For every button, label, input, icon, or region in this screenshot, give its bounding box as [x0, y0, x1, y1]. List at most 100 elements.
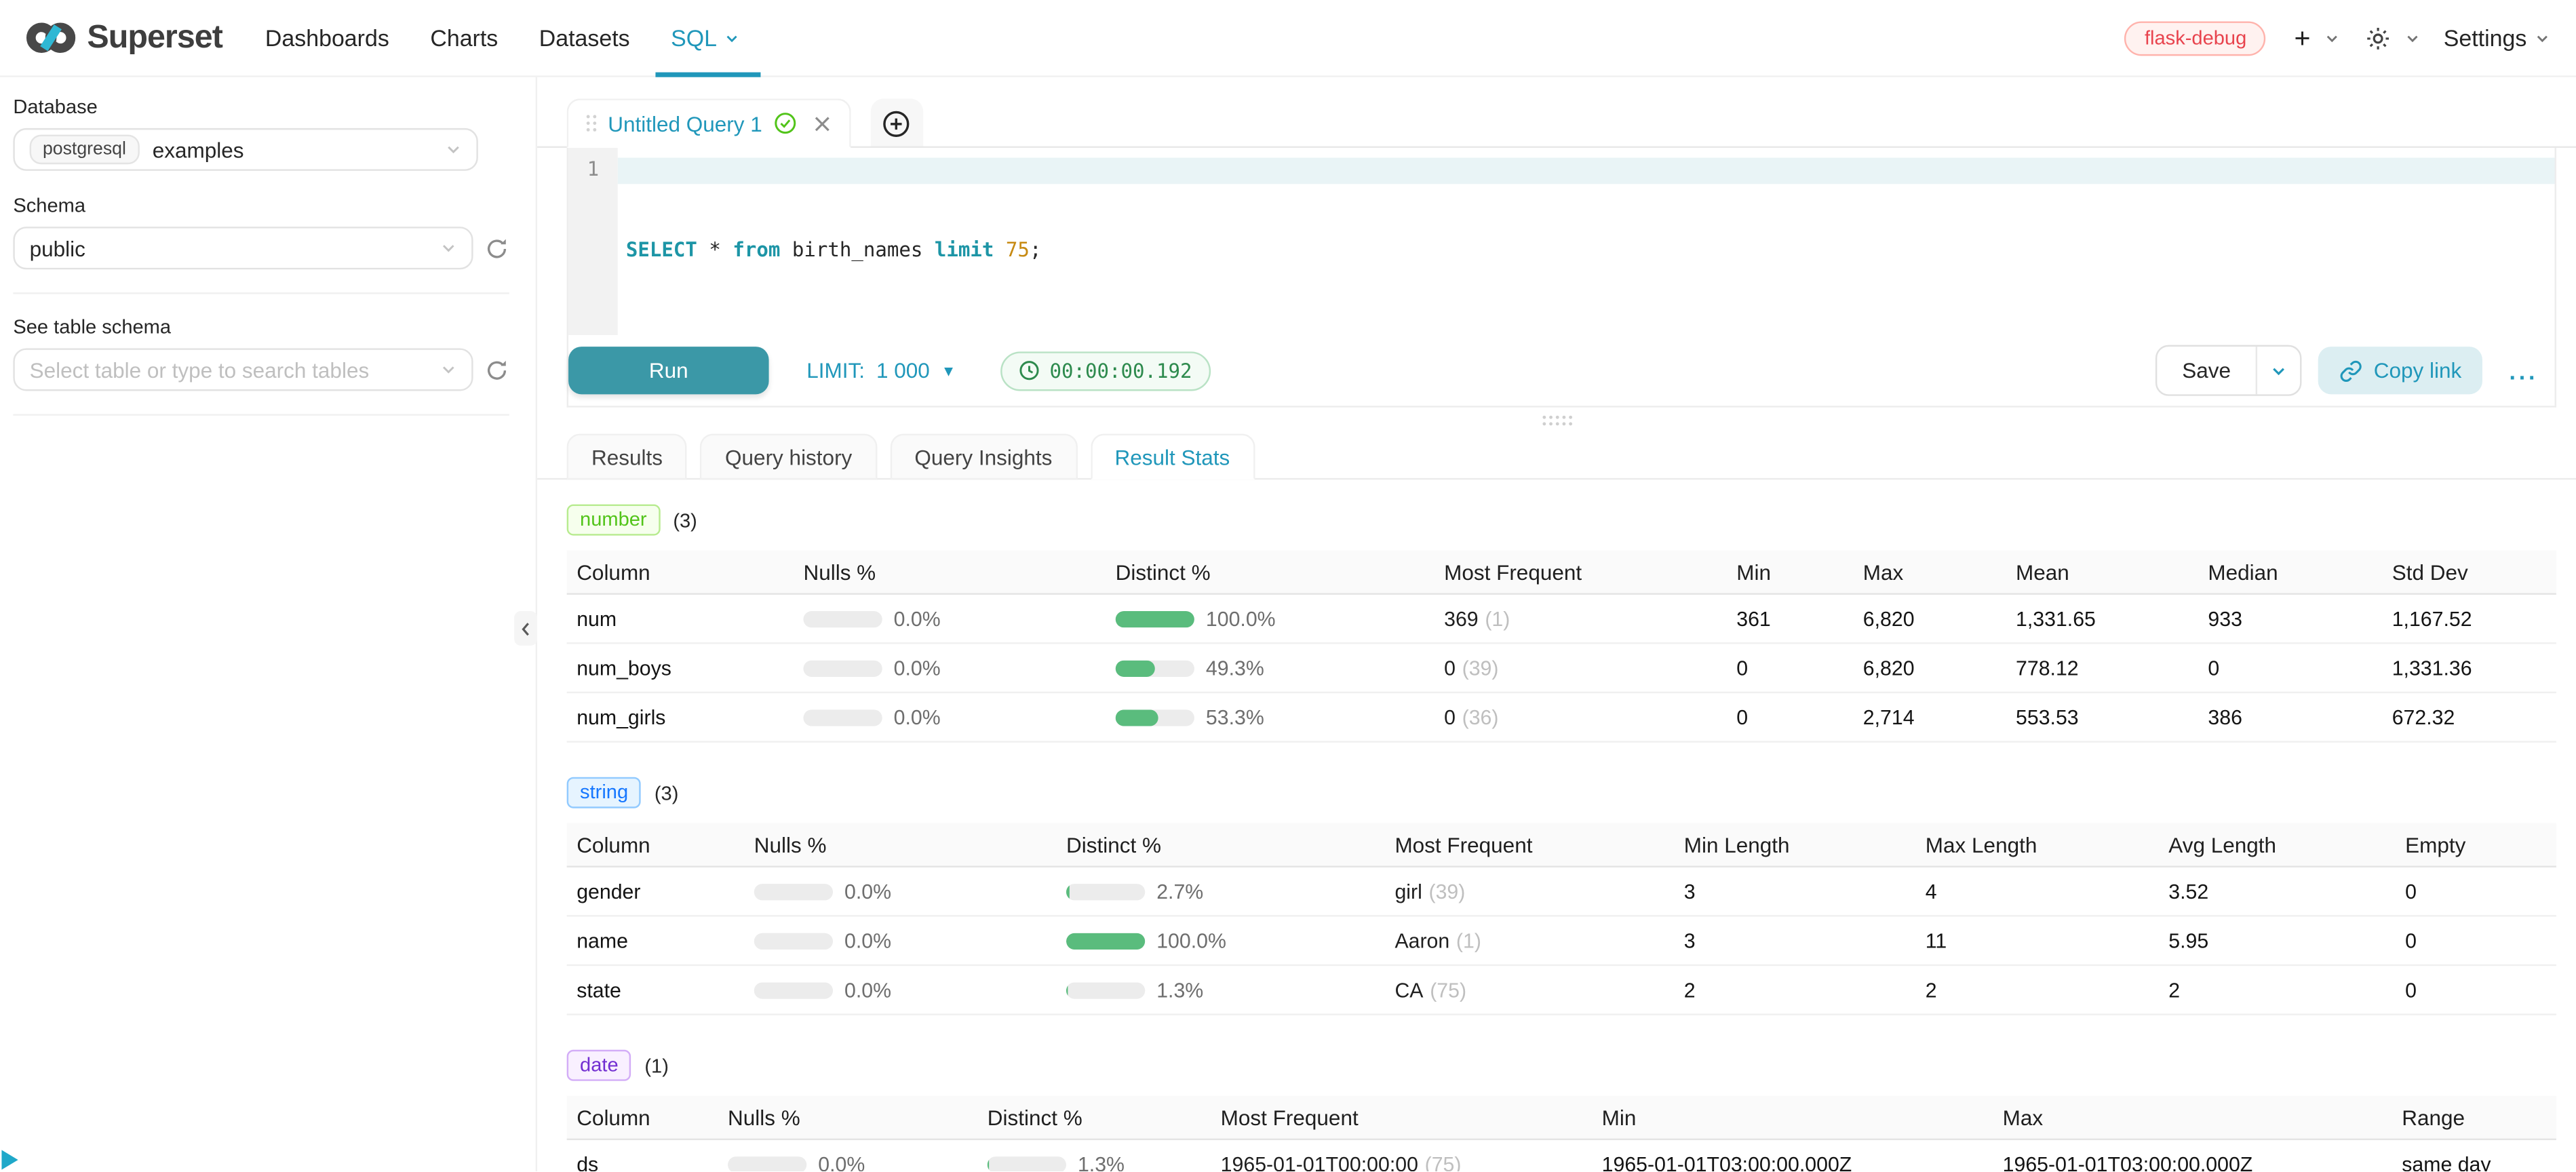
superset-sql-lab: Superset Dashboards Charts Datasets SQL fla… — [0, 0, 2576, 1172]
drag-handle-icon[interactable] — [587, 115, 597, 132]
column-header: Distinct % — [988, 1105, 1221, 1129]
sidebar-collapse-button[interactable] — [514, 611, 537, 646]
database-label: Database — [13, 95, 509, 118]
add-query-tab-button[interactable] — [871, 98, 924, 148]
table-schema-label: See table schema — [13, 315, 509, 338]
column-header: Mean — [2016, 560, 2208, 584]
theme-sun-icon[interactable] — [2366, 26, 2391, 50]
nav-item-dashboards[interactable]: Dashboards — [265, 0, 389, 75]
database-select[interactable]: postgresql examples — [13, 128, 477, 171]
sql-token: limit — [935, 238, 994, 261]
cell-column-name: ds — [577, 1152, 728, 1171]
column-type-badge[interactable]: date — [567, 1050, 631, 1081]
column-header: Column — [577, 1105, 728, 1129]
database-value: examples — [153, 137, 244, 161]
refresh-tables-icon[interactable] — [485, 357, 509, 382]
cell-column-name: num_boys — [577, 657, 803, 680]
cell-nulls-pct: 0.0% — [754, 978, 1066, 1001]
cell-column-name: name — [577, 929, 754, 952]
table-header-row: ColumnNulls %Distinct %Most FrequentMin … — [567, 823, 2556, 867]
panel-resize-handle[interactable] — [537, 408, 2576, 434]
cell-value: 1965-01-01T03:00:00.000Z — [2003, 1152, 2402, 1171]
column-count: (1) — [644, 1054, 669, 1077]
schema-select[interactable]: public — [13, 227, 473, 269]
cell-value: 0 — [1736, 705, 1863, 728]
editor-code-area[interactable]: SELECT * from birth_names limit 75; — [618, 148, 2555, 335]
copy-link-button[interactable]: Copy link — [2318, 347, 2482, 394]
column-header: Column — [577, 832, 754, 857]
cell-value: 553.53 — [2016, 705, 2208, 728]
sql-token: * — [697, 238, 733, 261]
nav-item-charts[interactable]: Charts — [430, 0, 498, 75]
limit-dropdown[interactable]: LIMIT: 1 000 ▼ — [806, 358, 956, 383]
clock-icon — [1018, 359, 1039, 380]
tab-result-stats[interactable]: Result Stats — [1090, 433, 1254, 480]
more-actions-button[interactable]: ... — [2509, 359, 2538, 382]
sql-lab-sidebar: Database postgresql examples Schema publ… — [0, 77, 537, 1172]
cell-value: 1,167.52 — [2392, 607, 2556, 630]
cell-column-name: num — [577, 607, 803, 630]
cell-most-frequent: Aaron(1) — [1394, 929, 1683, 952]
cell-value: 1,331.65 — [2016, 607, 2208, 630]
superset-brand[interactable]: Superset — [26, 16, 222, 59]
stats-section-date: date (1) ColumnNulls %Distinct %Most Frequ… — [567, 1050, 2556, 1171]
settings-menu[interactable]: Settings — [2444, 24, 2550, 51]
sql-editor: 1 SELECT * from birth_names limit 75; Ru… — [567, 148, 2556, 408]
cell-nulls-pct: 0.0% — [803, 657, 1115, 680]
cell-value: 11 — [1926, 929, 2168, 952]
cell-value: 672.32 — [2392, 705, 2556, 728]
query-tab-untitled-query-1[interactable]: Untitled Query 1 — [567, 98, 851, 148]
cell-distinct-pct: 100.0% — [1066, 929, 1394, 952]
distinct-pct-bar — [1066, 981, 1145, 998]
plus-circle-icon — [883, 109, 911, 137]
run-button[interactable]: Run — [568, 347, 769, 394]
nav-item-sql[interactable]: SQL — [671, 0, 740, 75]
column-header: Range — [2402, 1105, 2556, 1129]
top-navbar: Superset Dashboards Charts Datasets SQL fla… — [0, 0, 2576, 77]
save-button[interactable]: Save — [2158, 347, 2255, 394]
column-header: Min — [1736, 560, 1863, 584]
pointer-cursor-artifact — [1, 1150, 18, 1170]
environment-badge: flask-debug — [2125, 20, 2266, 55]
database-engine-tag: postgresql — [30, 135, 140, 165]
cell-value: 0 — [2405, 929, 2556, 952]
table-row: name0.0%100.0%Aaron(1)3115.950 — [567, 917, 2556, 966]
column-header: Empty — [2405, 832, 2556, 857]
new-item-button[interactable]: + — [2295, 24, 2311, 52]
close-tab-icon[interactable] — [813, 114, 832, 132]
sql-code-editor[interactable]: 1 SELECT * from birth_names limit 75; — [568, 148, 2554, 335]
table-row: gender0.0%2.7%girl(39)343.520 — [567, 867, 2556, 917]
nav-item-datasets[interactable]: Datasets — [539, 0, 630, 75]
sql-token: SELECT — [626, 238, 697, 261]
refresh-schemas-icon[interactable] — [485, 236, 509, 260]
table-select[interactable]: Select table or type to search tables — [13, 349, 473, 391]
cell-most-frequent: girl(39) — [1394, 880, 1683, 903]
theme-chevron-down-icon[interactable] — [2406, 31, 2421, 45]
save-options-button[interactable] — [2255, 347, 2299, 394]
nav-item-label: Datasets — [539, 24, 630, 51]
active-line-highlight — [618, 158, 2555, 184]
column-header: Avg Length — [2168, 832, 2405, 857]
cell-distinct-pct: 49.3% — [1116, 657, 1444, 680]
stats-table: ColumnNulls %Distinct %Most FrequentMinM… — [567, 1096, 2556, 1171]
column-type-badge[interactable]: number — [567, 505, 660, 536]
copy-link-label: Copy link — [2374, 358, 2462, 383]
editor-gutter: 1 — [568, 148, 618, 335]
column-header: Nulls % — [803, 560, 1115, 584]
column-type-badge[interactable]: string — [567, 777, 642, 808]
tab-results[interactable]: Results — [567, 433, 688, 480]
cell-most-frequent: 1965-01-01T00:00:00(75) — [1221, 1152, 1602, 1171]
tab-query-insights[interactable]: Query Insights — [890, 433, 1077, 480]
chevron-down-icon — [2270, 362, 2286, 378]
column-header: Distinct % — [1066, 832, 1394, 857]
column-header: Max Length — [1926, 832, 2168, 857]
tab-query-history[interactable]: Query history — [701, 433, 877, 480]
query-tab-strip: Untitled Query 1 — [537, 98, 2576, 148]
new-item-chevron-down-icon[interactable] — [2325, 31, 2340, 45]
distinct-pct-bar — [1116, 660, 1194, 676]
column-header: Column — [577, 560, 803, 584]
schema-label: Schema — [13, 194, 509, 217]
cell-column-name: gender — [577, 880, 754, 903]
cell-distinct-pct: 1.3% — [1066, 978, 1394, 1001]
cell-value: 2 — [1684, 978, 1926, 1001]
